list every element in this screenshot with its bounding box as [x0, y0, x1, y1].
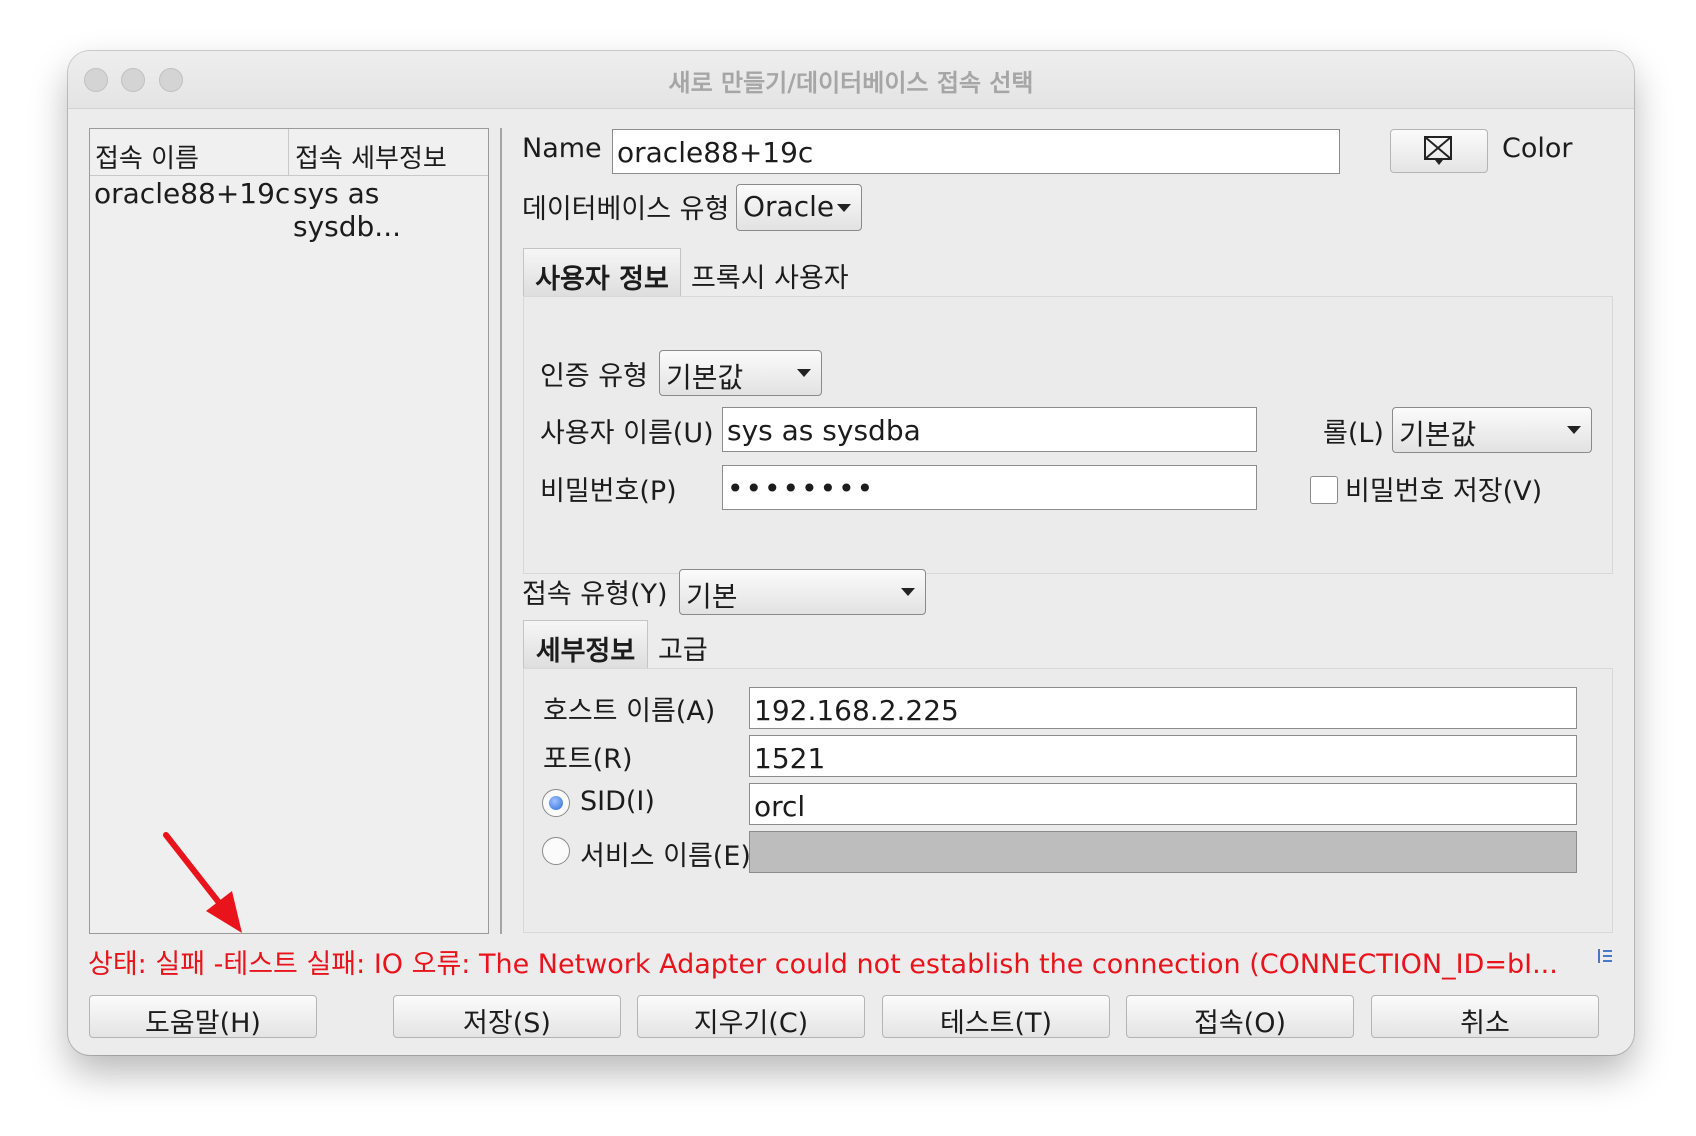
auth-type-value: 기본값: [666, 361, 744, 394]
username-input[interactable]: sys as sysdba: [722, 407, 1257, 452]
connection-row-details: sys as sysdb...: [293, 177, 401, 243]
chevron-down-icon: [837, 203, 851, 212]
sid-input[interactable]: orcl: [749, 783, 1577, 825]
service-name-label: 서비스 이름(E): [580, 841, 751, 872]
window-title: 새로 만들기/데이터베이스 접속 선택: [668, 69, 1034, 97]
save-button[interactable]: 저장(S): [393, 995, 621, 1039]
connection-type-select[interactable]: 기본: [679, 569, 926, 615]
help-button[interactable]: 도움말(H): [89, 995, 317, 1039]
role-label: 롤(L): [1323, 418, 1384, 449]
clear-button[interactable]: 지우기(C): [637, 995, 865, 1039]
panel-splitter[interactable]: [500, 128, 502, 934]
name-input[interactable]: oracle88+19c: [612, 129, 1340, 174]
chevron-down-icon: [1567, 426, 1581, 434]
username-label: 사용자 이름(U): [540, 418, 714, 449]
status-message: 상태: 실패 -테스트 실패: IO 오류: The Network Adapt…: [88, 949, 1558, 980]
connection-type-value: 기본: [686, 580, 738, 613]
db-type-label: 데이터베이스 유형: [522, 194, 730, 225]
port-label: 포트(R): [543, 744, 633, 775]
password-label: 비밀번호(P): [540, 476, 677, 507]
cancel-button[interactable]: 취소: [1371, 995, 1599, 1039]
chevron-down-icon: [901, 588, 915, 596]
port-input[interactable]: 1521: [749, 735, 1577, 777]
color-picker-button[interactable]: [1390, 129, 1488, 173]
auth-type-label: 인증 유형: [540, 361, 648, 392]
connection-type-label: 접속 유형(Y): [522, 579, 668, 610]
details-list-icon[interactable]: [1595, 946, 1615, 966]
connection-row-name: oracle88+19c: [94, 177, 291, 210]
save-password-checkbox[interactable]: [1310, 476, 1338, 504]
column-header-connection-name[interactable]: 접속 이름: [95, 138, 199, 175]
role-select[interactable]: 기본값: [1392, 407, 1592, 453]
color-label: Color: [1502, 133, 1573, 164]
tab-advanced[interactable]: 고급: [658, 620, 738, 668]
connection-list[interactable]: 접속 이름 접속 세부정보 oracle88+19c sys as sysdb.…: [89, 128, 489, 934]
auth-type-select[interactable]: 기본값: [659, 350, 822, 396]
tab-user-info[interactable]: 사용자 정보: [523, 248, 681, 296]
db-type-select[interactable]: Oracle: [736, 184, 862, 231]
title-bar: 새로 만들기/데이터베이스 접속 선택: [68, 51, 1634, 109]
save-password-label: 비밀번호 저장(V): [1345, 476, 1543, 507]
connection-list-header: 접속 이름 접속 세부정보: [90, 129, 488, 176]
sid-label: SID(I): [580, 786, 655, 817]
connect-button[interactable]: 접속(O): [1126, 995, 1354, 1039]
password-input[interactable]: ••••••••: [722, 465, 1257, 510]
tab-proxy-user[interactable]: 프록시 사용자: [691, 248, 861, 296]
role-value: 기본값: [1399, 418, 1477, 451]
chevron-down-icon: [797, 369, 811, 377]
name-label: Name: [522, 133, 602, 164]
connection-dialog: 새로 만들기/데이터베이스 접속 선택 접속 이름 접속 세부정보 oracle…: [68, 51, 1634, 1055]
host-input[interactable]: 192.168.2.225: [749, 687, 1577, 729]
host-label: 호스트 이름(A): [543, 696, 716, 727]
sid-radio[interactable]: [542, 789, 570, 817]
annotation-arrow-icon: [163, 832, 242, 933]
color-swatch-icon: [1424, 136, 1452, 165]
service-name-radio[interactable]: [542, 837, 570, 865]
column-header-connection-details[interactable]: 접속 세부정보: [295, 138, 447, 175]
db-type-value: Oracle: [743, 190, 835, 223]
test-button[interactable]: 테스트(T): [882, 995, 1110, 1039]
service-name-input: [749, 831, 1577, 873]
connection-row[interactable]: oracle88+19c sys as sysdb...: [90, 177, 488, 243]
tab-details[interactable]: 세부정보: [523, 620, 648, 668]
